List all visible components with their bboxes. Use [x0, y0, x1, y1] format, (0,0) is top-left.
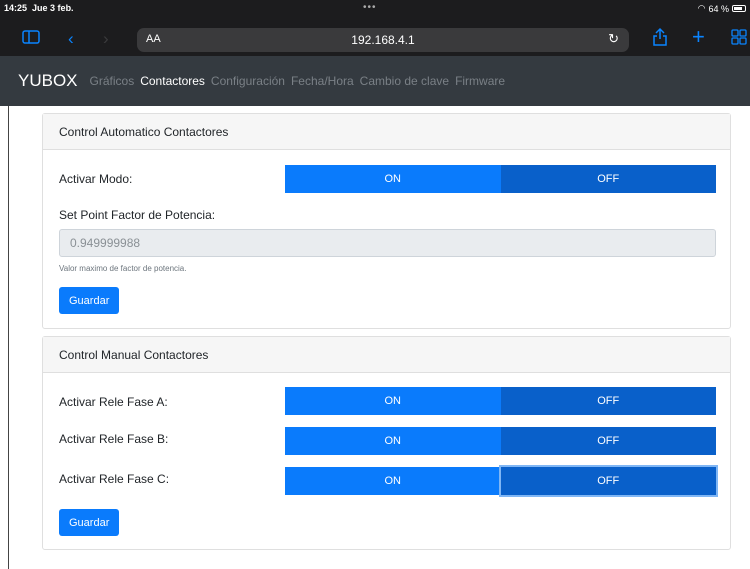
status-right: ◠ 64 % — [698, 3, 746, 14]
phase-b-toggle: ON OFF — [285, 427, 716, 455]
phase-a-label: Activar Rele Fase A: — [59, 395, 168, 409]
page-edge-divider — [8, 106, 9, 569]
battery-percent: 64 % — [708, 3, 729, 14]
browser-chrome: 14:25 Jue 3 feb. ••• ◠ 64 % ‹ › AA 192.1… — [0, 0, 750, 56]
nav-cambio-clave[interactable]: Cambio de clave — [360, 74, 449, 88]
phase-b-label: Activar Rele Fase B: — [59, 432, 169, 446]
phase-c-off-button[interactable]: OFF — [500, 467, 716, 495]
new-tab-icon[interactable]: + — [692, 26, 705, 48]
wifi-icon: ◠ — [697, 3, 706, 13]
mode-label: Activar Modo: — [59, 172, 133, 186]
battery-icon — [732, 5, 746, 12]
brand-logo[interactable]: YUBOX — [18, 71, 78, 91]
forward-icon[interactable]: › — [103, 29, 109, 49]
nav-firmware[interactable]: Firmware — [455, 74, 505, 88]
manual-save-button[interactable]: Guardar — [59, 509, 120, 536]
auto-save-button[interactable]: Guardar — [59, 287, 120, 314]
sidebar-icon[interactable] — [22, 29, 40, 50]
phase-a-on-button[interactable]: ON — [285, 387, 501, 415]
manual-control-card: Control Manual Contactores Activar Rele … — [42, 336, 731, 550]
back-icon[interactable]: ‹ — [68, 29, 74, 49]
phase-c-on-button[interactable]: ON — [285, 467, 501, 495]
main-navbar: YUBOX Gráficos Contactores Configuración… — [0, 56, 750, 106]
nav-graficos[interactable]: Gráficos — [90, 74, 135, 88]
mode-toggle: ON OFF — [285, 165, 716, 193]
setpoint-input[interactable] — [59, 229, 716, 257]
multitask-dots-icon[interactable]: ••• — [363, 2, 377, 13]
share-icon[interactable] — [652, 27, 668, 52]
mode-on-button[interactable]: ON — [285, 165, 501, 193]
phase-b-off-button[interactable]: OFF — [500, 427, 716, 455]
mode-off-button[interactable]: OFF — [500, 165, 716, 193]
nav-configuracion[interactable]: Configuración — [211, 74, 285, 88]
reload-icon[interactable]: ↻ — [608, 31, 619, 47]
status-time: 14:25 Jue 3 feb. — [4, 3, 74, 13]
nav-fecha-hora[interactable]: Fecha/Hora — [291, 74, 354, 88]
phase-a-toggle: ON OFF — [285, 387, 716, 415]
phase-a-off-button[interactable]: OFF — [500, 387, 716, 415]
setpoint-help-text: Valor maximo de factor de potencia. — [59, 264, 187, 273]
setpoint-label: Set Point Factor de Potencia: — [59, 208, 216, 222]
manual-card-title: Control Manual Contactores — [43, 337, 730, 373]
auto-card-title: Control Automatico Contactores — [43, 114, 730, 150]
nav-contactores[interactable]: Contactores — [140, 74, 205, 88]
url-text[interactable]: 192.168.4.1 — [137, 33, 629, 47]
auto-control-card: Control Automatico Contactores Activar M… — [42, 113, 731, 329]
phase-c-label: Activar Rele Fase C: — [59, 472, 170, 486]
phase-b-on-button[interactable]: ON — [285, 427, 501, 455]
address-bar[interactable]: AA 192.168.4.1 ↻ — [137, 28, 629, 52]
phase-c-toggle: ON OFF — [285, 467, 716, 495]
tabs-overview-icon[interactable] — [731, 29, 747, 50]
